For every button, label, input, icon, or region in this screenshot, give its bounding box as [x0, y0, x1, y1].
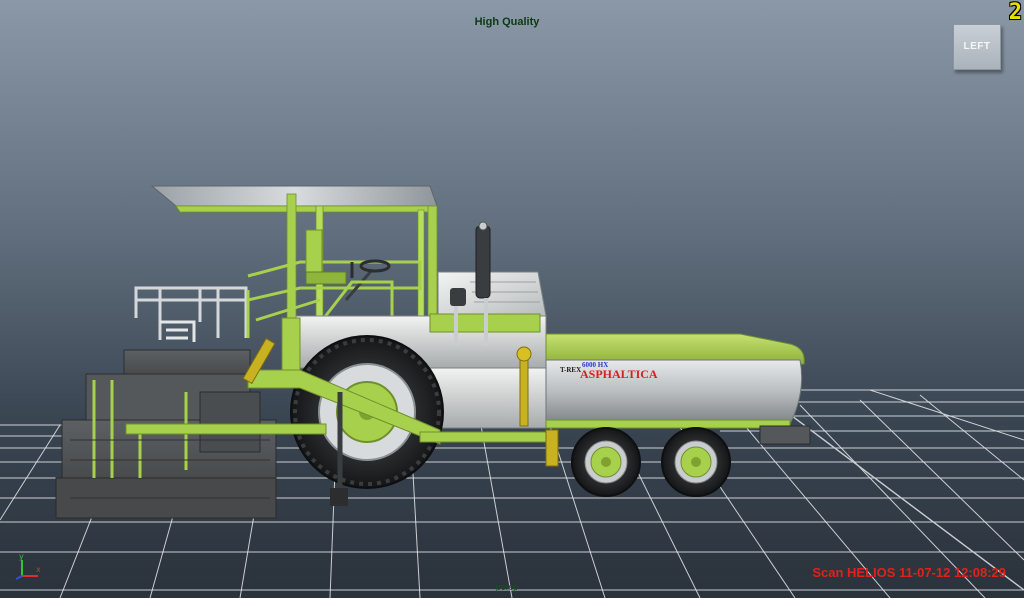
x-axis-label: x — [36, 565, 41, 574]
camera-name-label: persp — [495, 582, 519, 592]
steering-wheel — [359, 259, 391, 273]
canopy[interactable] — [150, 185, 438, 327]
front-hydraulic — [519, 353, 529, 427]
rear-steps — [160, 320, 196, 342]
exhaust-pipe — [475, 225, 491, 299]
front-wheel-1[interactable] — [571, 427, 641, 497]
panel-number: 2 — [1008, 0, 1022, 25]
axis-gizmo: y x — [15, 552, 41, 580]
tank-base-rail — [545, 419, 791, 429]
push-bar — [125, 423, 327, 435]
railing-rear — [134, 286, 248, 340]
push-roller-housing — [759, 425, 811, 445]
air-filter — [450, 288, 466, 306]
front-jack — [545, 429, 559, 467]
scan-timestamp-label: Scan HELIOS 11-07-12 12:08:29 — [812, 565, 1006, 580]
scene-render[interactable]: T-REX 6000 HX ASPHALTICA — [0, 0, 1024, 598]
y-axis-label: y — [19, 552, 24, 561]
canopy-post-front — [427, 205, 438, 327]
tank-badge-small: T-REX — [560, 366, 581, 374]
z-axis-line — [15, 575, 23, 580]
front-wheel-2[interactable] — [661, 427, 731, 497]
asphalt-tank[interactable]: T-REX 6000 HX ASPHALTICA — [516, 333, 811, 467]
view-cube-left-face[interactable]: LEFT — [953, 24, 1001, 70]
screed-extension — [199, 391, 261, 453]
display-quality-label: High Quality — [474, 16, 540, 28]
exhaust-cap — [478, 221, 488, 231]
rear-platform[interactable] — [134, 286, 248, 342]
operator-seat-back — [305, 229, 323, 277]
maya-viewport[interactable]: T-REX 6000 HX ASPHALTICA High Quality 2 … — [0, 0, 1024, 598]
view-cube-label: LEFT — [963, 41, 991, 52]
operator-seat — [305, 271, 347, 285]
canopy-post-rear — [286, 193, 297, 325]
canopy-frame-front — [175, 205, 438, 213]
frame-rail — [419, 431, 551, 443]
body-green-band — [281, 317, 301, 373]
tank-brand-label: ASPHALTICA — [580, 367, 658, 381]
